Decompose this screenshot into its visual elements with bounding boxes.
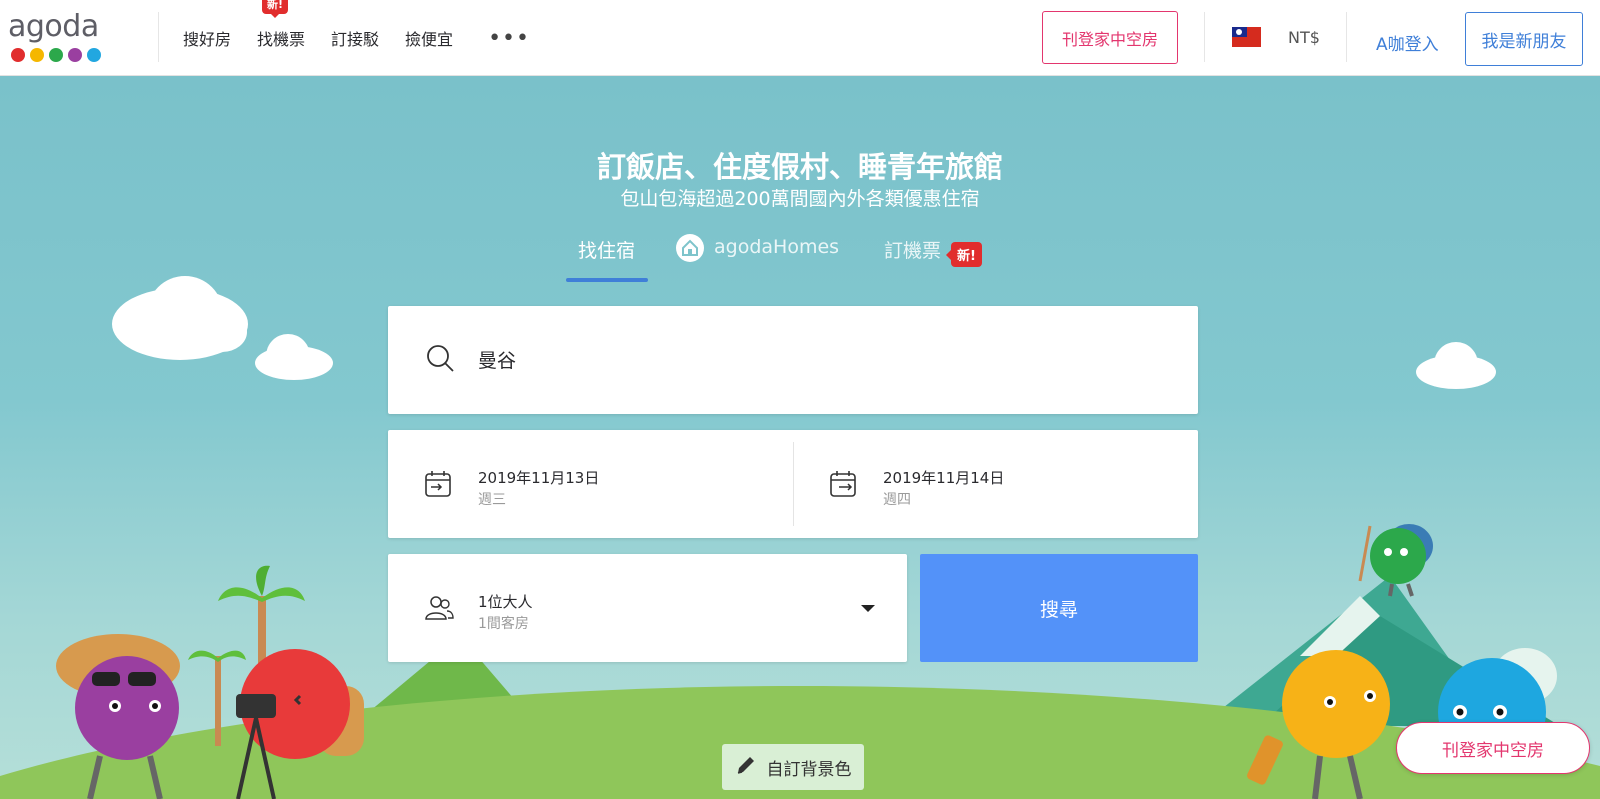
hero-subtitle: 包山包海超過200萬間國內外各類優惠住宿 [620, 188, 980, 210]
nav-item-label: 找機票 [257, 30, 306, 49]
flag-canton [1232, 27, 1247, 37]
checkout-date: 2019年11月14日 [883, 469, 1005, 487]
tab-label: 找住宿 [578, 240, 636, 262]
header-divider [1204, 12, 1205, 62]
new-badge: 新! [262, 0, 289, 18]
checkout-weekday: 週四 [883, 492, 911, 508]
checkin-date: 2019年11月13日 [478, 469, 600, 487]
hero-section: 訂飯店、住度假村、睡青年旅館 包山包海超過200萬間國內外各類優惠住宿 找住宿 … [0, 76, 1600, 799]
logo-dots [8, 48, 108, 62]
calendar-checkin-icon [424, 470, 452, 502]
nav-item-label: 撿便宜 [405, 30, 454, 49]
more-menu-icon[interactable]: ••• [466, 26, 552, 51]
logo-dot-purple [68, 48, 82, 62]
tab-label: 訂機票 [884, 240, 942, 262]
checkout-date-picker[interactable]: 2019年11月14日 週四 [793, 430, 1198, 538]
header-divider [158, 12, 159, 62]
destination-input[interactable] [478, 348, 1078, 370]
nav-item-label: 訂接駁 [331, 30, 380, 49]
rooms-count: 1間客房 [478, 616, 529, 632]
main-nav: 搜好房 新! 找機票 訂接駁 撿便宜 ••• [170, 0, 552, 76]
nav-item-label: 搜好房 [183, 30, 232, 49]
nav-item-deals[interactable]: 撿便宜 [392, 26, 466, 50]
chevron-down-icon [861, 605, 875, 612]
hero-title: 訂飯店、住度假村、睡青年旅館 [596, 150, 1003, 184]
tab-flights[interactable]: 訂機票 [884, 236, 941, 263]
checkin-date-picker[interactable]: 2019年11月13日 週三 [388, 430, 793, 538]
taiwan-flag-icon[interactable] [1232, 27, 1261, 47]
destination-search-box[interactable] [388, 306, 1198, 414]
flag-sun [1236, 29, 1242, 35]
people-icon [424, 594, 454, 626]
logo-dot-red [11, 48, 25, 62]
cloud-left-small [255, 334, 333, 380]
new-badge: 新! [946, 242, 982, 267]
list-property-button[interactable]: 刊登家中空房 [1042, 11, 1178, 64]
logo-dot-green [49, 48, 63, 62]
floating-list-property-button[interactable]: 刊登家中空房 [1396, 722, 1590, 774]
header-divider [1346, 12, 1347, 62]
active-tab-indicator [566, 278, 648, 282]
search-icon [426, 344, 456, 378]
tab-label: agodaHomes [714, 236, 840, 258]
house-icon [676, 234, 704, 262]
nav-item-flights[interactable]: 新! 找機票 [244, 0, 318, 50]
customize-background-label: 自訂背景色 [766, 759, 852, 780]
adults-count: 1位大人 [478, 593, 533, 611]
pencil-icon [735, 754, 757, 781]
agoda-logo[interactable]: agoda [8, 12, 108, 64]
calendar-checkout-icon [829, 470, 857, 502]
customize-background-button[interactable]: 自訂背景色 [722, 744, 864, 790]
top-header: agoda 搜好房 新! 找機票 訂接駁 撿便宜 ••• 刊登家中空房 NT$ … [0, 0, 1600, 76]
logo-dot-yellow [30, 48, 44, 62]
nav-item-hotels[interactable]: 搜好房 [170, 26, 244, 50]
dates-box: 2019年11月13日 週三 2019年11月14日 週四 [388, 430, 1198, 538]
nav-item-transfers[interactable]: 訂接駁 [318, 26, 392, 50]
tab-accommodation[interactable]: 找住宿 [578, 236, 635, 263]
guests-selector[interactable]: 1位大人 1間客房 [388, 554, 907, 662]
logo-dot-blue [87, 48, 101, 62]
currency-selector[interactable]: NT$ [1288, 28, 1320, 47]
signup-button[interactable]: 我是新朋友 [1465, 12, 1583, 66]
cloud-right [1416, 342, 1496, 389]
logo-wordmark: agoda [8, 9, 99, 44]
checkin-weekday: 週三 [478, 492, 506, 508]
cloud-left [112, 276, 248, 360]
search-button[interactable]: 搜尋 [920, 554, 1198, 662]
login-link[interactable]: A咖登入 [1376, 30, 1439, 55]
